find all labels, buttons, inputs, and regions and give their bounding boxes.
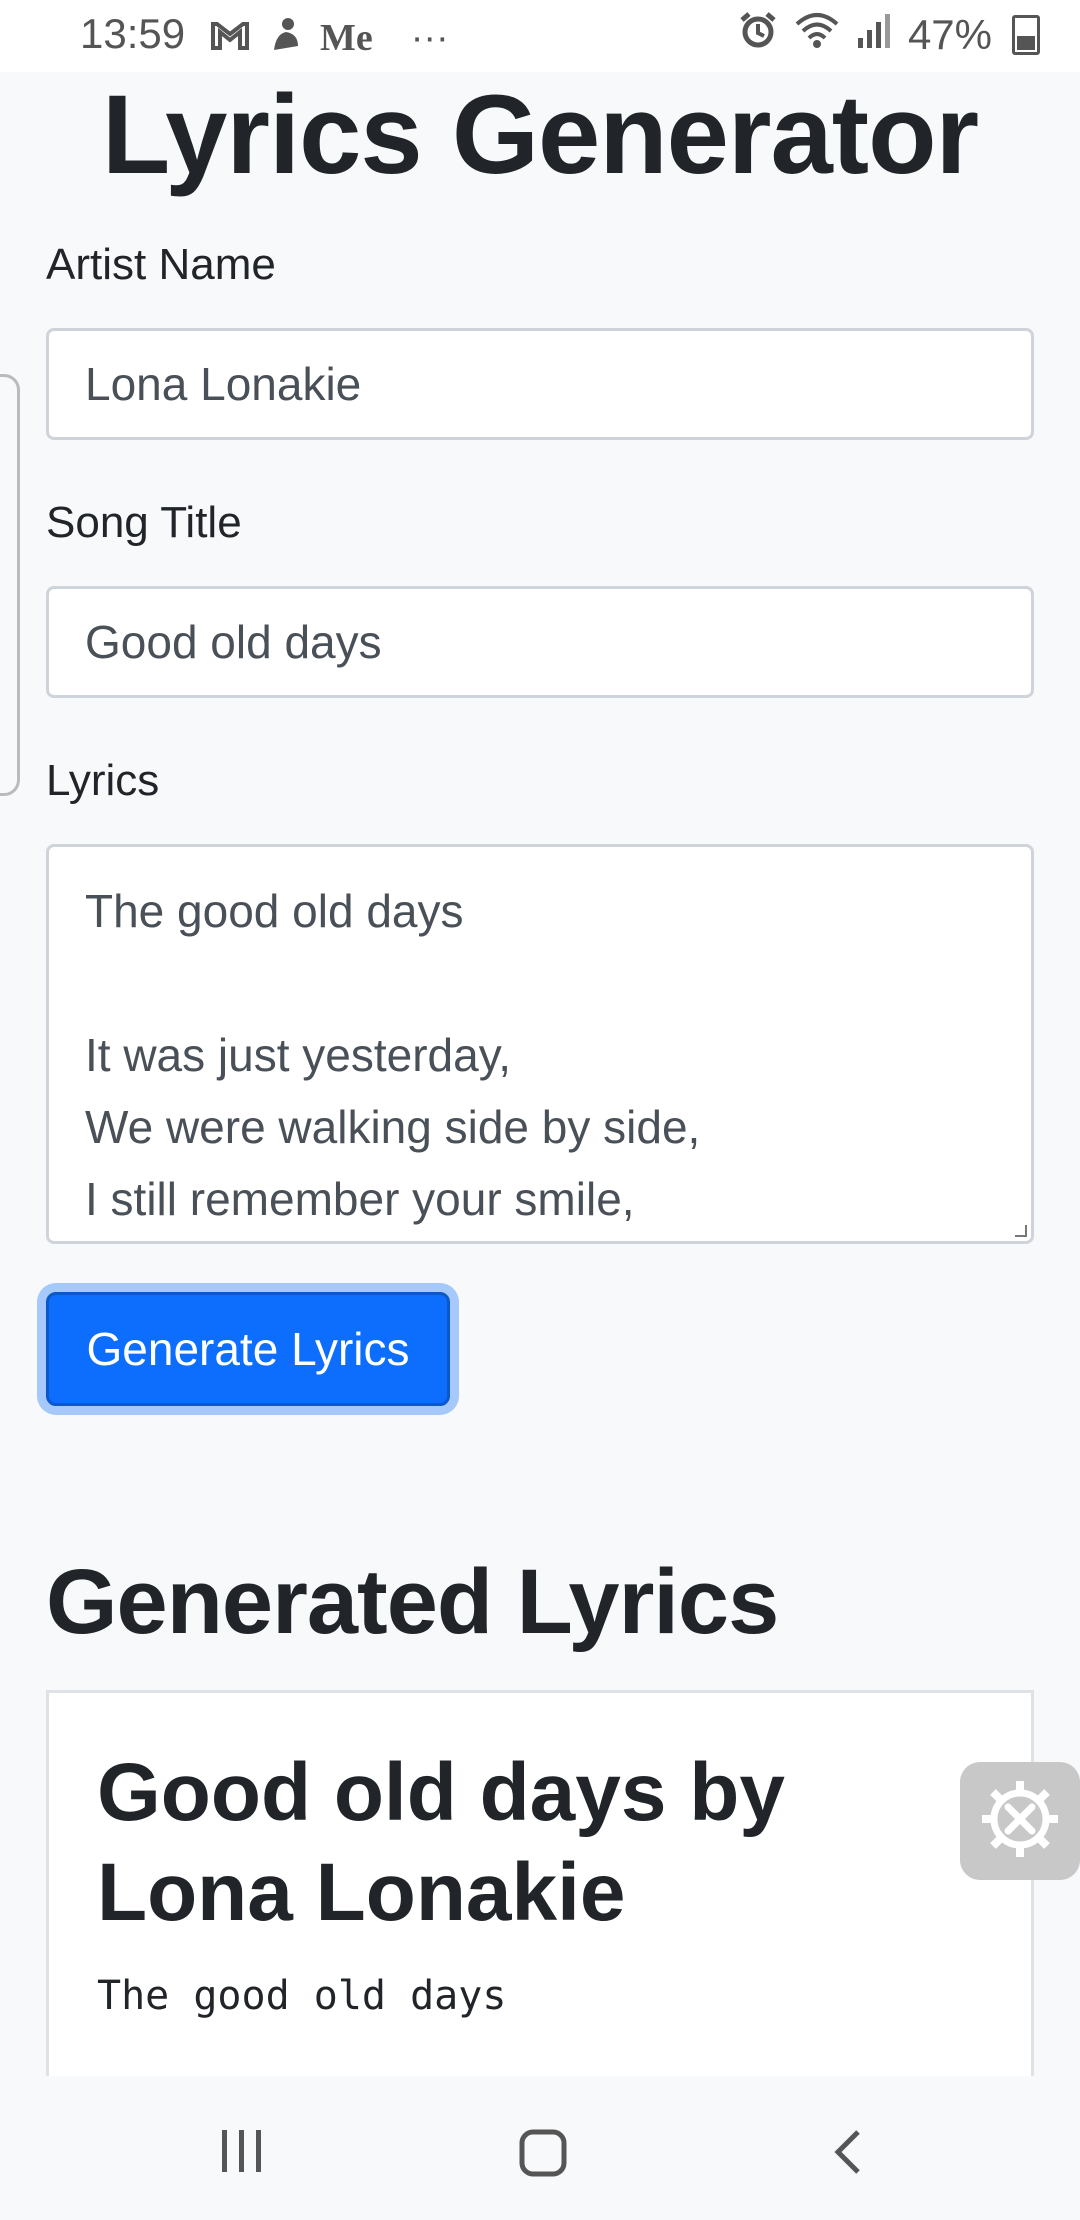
lyrics-line: We were walking side by side, — [85, 1101, 701, 1153]
artist-name-label: Artist Name — [46, 240, 276, 289]
generated-lyrics-card: Good old days by Lona Lonakie The good o… — [46, 1690, 1034, 2110]
more-icon: ··· — [410, 16, 449, 59]
home-button[interactable] — [518, 2128, 568, 2183]
song-title-label: Song Title — [46, 498, 242, 547]
alarm-icon — [738, 10, 778, 60]
battery-percent: 47% — [907, 11, 992, 58]
gmail-icon — [210, 14, 250, 62]
tools-gear-button[interactable] — [960, 1762, 1080, 1880]
generate-lyrics-button[interactable]: Generate Lyrics — [46, 1292, 450, 1406]
lyrics-textarea[interactable]: The good old days It was just yesterday,… — [46, 844, 1034, 1244]
recent-apps-button[interactable] — [218, 2128, 266, 2179]
resize-handle[interactable] — [1015, 1225, 1027, 1237]
wifi-icon — [794, 10, 840, 60]
lyrics-line — [85, 947, 995, 1019]
status-time: 13:59 — [80, 10, 186, 57]
artist-name-input[interactable]: Lona Lonakie — [46, 328, 1034, 440]
lyrics-line: I still remember your smile, — [85, 1173, 635, 1225]
lyrics-label: Lyrics — [46, 756, 160, 805]
edge-panel-handle[interactable] — [0, 374, 20, 796]
navigation-bar — [0, 2076, 1080, 2220]
lyrics-line: The good old days — [85, 885, 464, 937]
back-button[interactable] — [830, 2128, 866, 2181]
signal-icon — [856, 10, 892, 60]
gear-wrench-icon — [978, 1777, 1062, 1866]
lyrics-line: It was just yesterday, — [85, 1029, 512, 1081]
status-bar: 13:59 Me ··· 47% — [0, 0, 1080, 72]
generated-song-title: Good old days by Lona Lonakie — [97, 1747, 785, 1938]
status-right-icons: 47% — [738, 10, 1040, 60]
status-left-icons: Me ··· — [210, 14, 449, 62]
generated-lyrics-text: The good old days — [97, 1973, 507, 2019]
battery-icon — [1012, 15, 1040, 55]
generated-lyrics-heading: Generated Lyrics — [46, 1551, 779, 1653]
page-title: Lyrics Generator — [101, 72, 979, 197]
song-title-input[interactable]: Good old days — [46, 586, 1034, 698]
me-app-icon: Me — [320, 17, 373, 59]
notification-icon — [268, 14, 302, 62]
